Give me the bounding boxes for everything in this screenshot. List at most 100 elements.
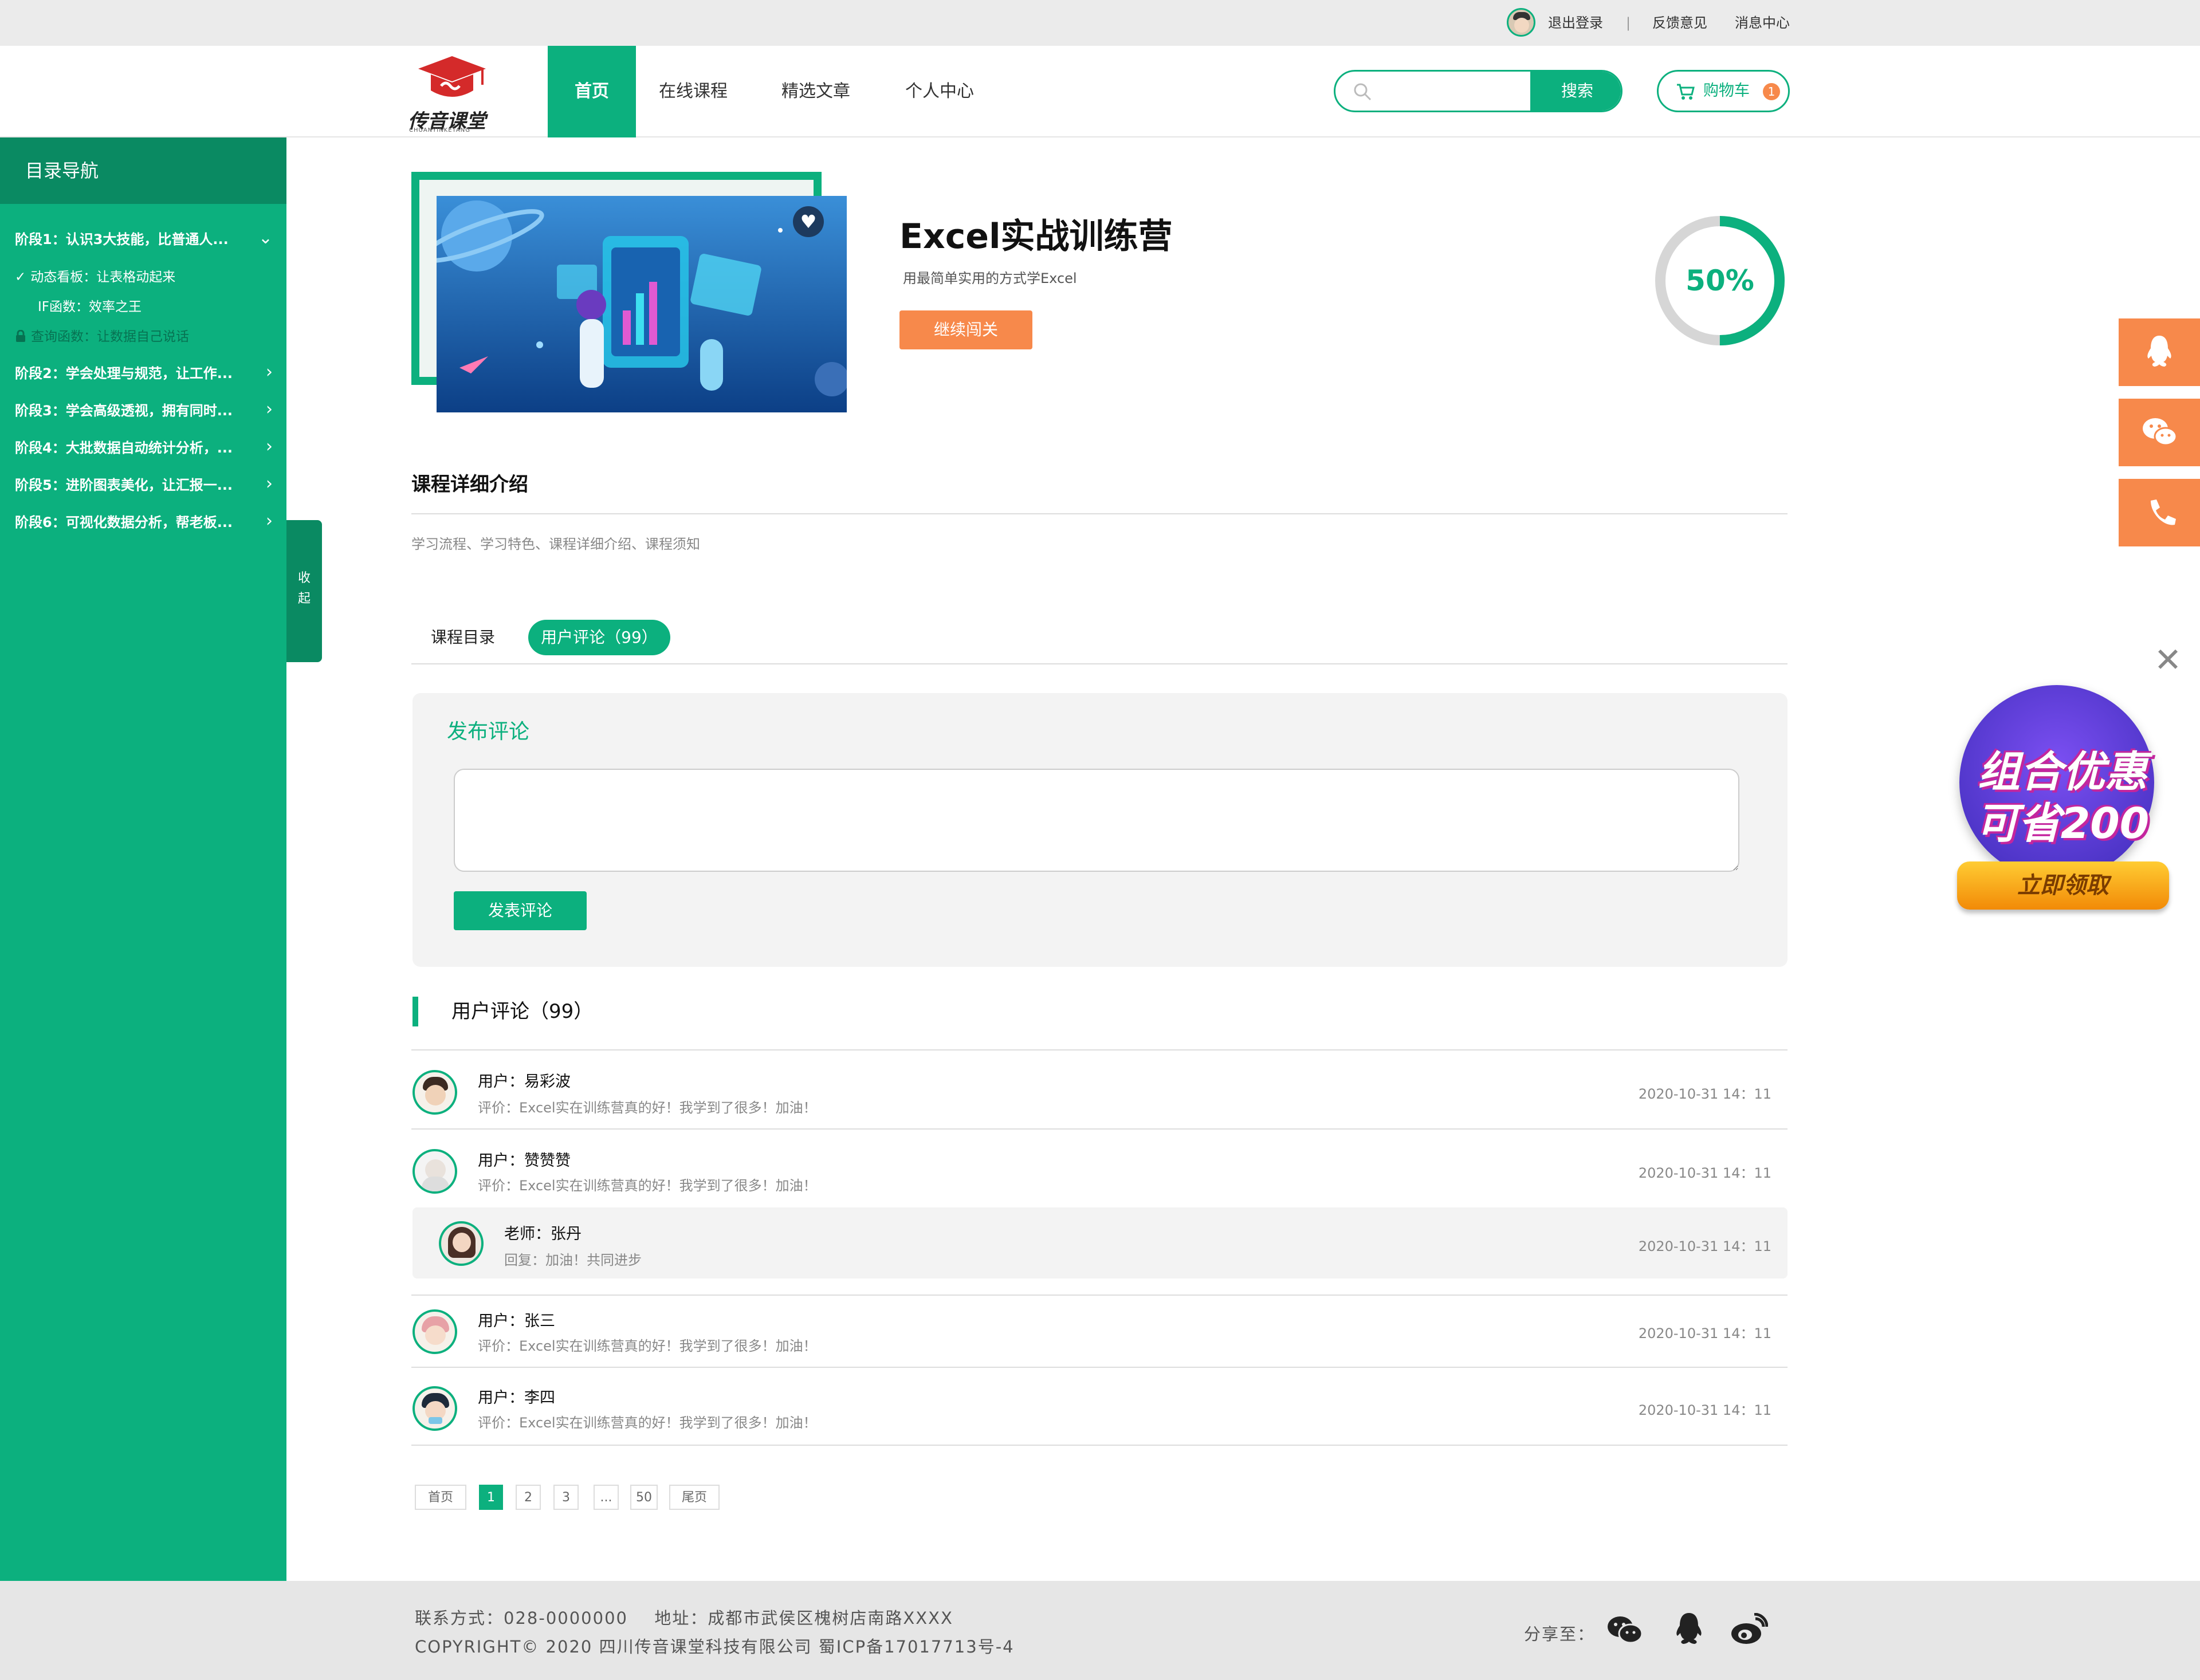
commenter-name: 用户：李四 [478,1389,555,1407]
reply-time: 2020-10-31 14：11 [1638,1238,1771,1254]
search-button[interactable]: 搜索 [1530,72,1621,111]
comment-time: 2020-10-31 14：11 [1638,1325,1771,1341]
avatar[interactable] [412,1070,457,1115]
sidebar-lesson-if[interactable]: IF函数：效率之王 [38,296,142,315]
teacher-reply-item: 老师：张丹 回复：加油！共同进步 2020-10-31 14：11 [412,1207,1787,1278]
stage-label: 阶段1：认识3大技能，比普通人... [15,231,229,247]
pagination-page[interactable]: 3 [553,1485,579,1510]
teacher-avatar[interactable] [439,1221,484,1266]
site-footer: 联系方式：028-0000000 地址：成都市武侯区槐树店南路XXXX COPY… [0,1581,2200,1680]
nav-online-courses[interactable]: 在线课程 [651,46,736,137]
stage-label: 阶段6：可视化数据分析，帮老板... [15,514,233,530]
sidebar-stage-1[interactable]: 阶段1：认识3大技能，比普通人... ⌄ [15,228,273,248]
comment-time: 2020-10-31 14：11 [1638,1086,1771,1102]
cart-label: 购物车 [1703,82,1750,100]
nav-articles[interactable]: 精选文章 [773,46,858,137]
reply-text: 回复：加油！共同进步 [504,1252,642,1268]
intro-text: 学习流程、学习特色、课程详细介绍、课程须知 [411,536,700,552]
comment-text: 评价：Excel实在训练营真的好！我学到了很多！加油！ [478,1100,817,1116]
search-icon [1354,83,1372,101]
qq-share-icon[interactable] [1673,1611,1705,1647]
cart-icon [1677,84,1695,100]
phone-icon [2151,499,2176,525]
comment-time: 2020-10-31 14：11 [1638,1402,1771,1418]
comment-item: 用户：赞赞赞 评价：Excel实在训练营真的好！我学到了很多！加油！ 2020-… [412,1128,1787,1207]
messages-link[interactable]: 消息中心 [1735,0,1790,46]
pagination-page[interactable]: 1 [479,1485,503,1510]
course-cover-image[interactable]: ♥ [437,196,847,412]
stage-label: 阶段3：学会高级透视，拥有同时... [15,403,233,419]
sidebar-lesson-dashboard[interactable]: ✓ 动态看板：让表格动起来 [15,266,175,285]
footer-copyright: COPYRIGHT© 2020 四川传音课堂科技有限公司 蜀ICP备170177… [415,1637,1015,1657]
qq-icon [2147,336,2171,367]
sidebar-title: 目录导航 [0,137,286,204]
favorite-heart-icon[interactable]: ♥ [793,206,824,237]
footer-contact-line: 联系方式：028-0000000 地址：成都市武侯区槐树店南路XXXX [415,1605,953,1629]
chevron-right-icon: › [266,511,273,531]
sidebar-stage-3[interactable]: 阶段3：学会高级透视，拥有同时... › [15,399,273,419]
comment-item: 用户：张三 评价：Excel实在训练营真的好！我学到了很多！加油！ 2020-1… [412,1295,1787,1367]
check-icon: ✓ [15,270,26,285]
sidebar-stage-2[interactable]: 阶段2：学会处理与规范，让工作... › [15,362,273,382]
logo-subtext: CHUANYINKETANG [409,127,470,133]
comment-time: 2020-10-31 14：11 [1638,1165,1771,1181]
progress-percentage: 50% [1686,264,1754,297]
commenter-name: 用户：张三 [478,1312,555,1330]
tab-user-comments[interactable]: 用户评论（99） [528,620,670,655]
wechat-contact-button[interactable] [2119,399,2200,466]
pagination-page[interactable]: 2 [516,1485,541,1510]
teacher-name: 老师：张丹 [504,1225,582,1243]
nav-home[interactable]: 首页 [548,46,636,137]
stage-label: 阶段4：大批数据自动统计分析，... [15,440,233,456]
lesson-label: IF函数：效率之王 [38,300,142,314]
sidebar-collapse-button[interactable]: 收起 [286,520,322,662]
graduation-cap-logo-icon [418,56,486,97]
weibo-share-icon[interactable] [1730,1613,1768,1646]
share-label: 分享至： [1524,1624,1596,1644]
course-subtitle: 用最简单实用的方式学Excel [903,270,1077,286]
promo-badge[interactable]: 组合优惠 可省200 立即领取 [1942,685,2183,926]
course-illustration [437,196,847,412]
section-accent-bar [412,997,418,1026]
continue-button[interactable]: 继续闯关 [899,310,1032,349]
logout-link[interactable]: 退出登录 [1548,0,1603,46]
cart-button[interactable]: 购物车 1 [1657,70,1790,112]
footer-contact: 联系方式：028-0000000 [415,1608,628,1628]
chevron-right-icon: › [266,474,273,494]
sidebar-stage-5[interactable]: 阶段5：进阶图表美化，让汇报一... › [15,474,273,494]
wechat-share-icon[interactable] [1606,1614,1643,1646]
stage-label: 阶段5：进阶图表美化，让汇报一... [15,477,233,493]
chevron-right-icon: › [266,399,273,419]
topbar-divider: | [1626,15,1631,31]
chevron-right-icon: › [266,362,273,382]
comments-title: 用户评论（99） [451,1000,594,1023]
intro-title: 课程详细介绍 [411,473,528,496]
sidebar-stage-6[interactable]: 阶段6：可视化数据分析，帮老板... › [15,511,273,531]
search-input[interactable] [1379,72,1522,111]
pagination-first[interactable]: 首页 [415,1485,466,1510]
pagination-page[interactable]: 50 [630,1485,658,1510]
user-avatar[interactable] [1507,8,1535,37]
qq-contact-button[interactable] [2119,318,2200,386]
avatar[interactable] [412,1149,457,1194]
lesson-label: 查询函数：让数据自己说话 [31,329,189,344]
pagination-last[interactable]: 尾页 [669,1485,720,1510]
wechat-icon [2143,418,2178,446]
avatar[interactable] [412,1386,457,1431]
promo-close-icon[interactable]: ✕ [2145,643,2191,677]
comment-textarea[interactable] [454,769,1739,872]
collapse-label: 收起 [297,571,311,606]
submit-comment-button[interactable]: 发表评论 [454,891,587,930]
feedback-link[interactable]: 反馈意见 [1652,0,1707,46]
nav-personal-center[interactable]: 个人中心 [897,46,982,137]
sidebar-lesson-lookup: 查询函数：让数据自己说话 [15,325,189,345]
sidebar-stage-4[interactable]: 阶段4：大批数据自动统计分析，... › [15,436,273,457]
avatar[interactable] [412,1309,457,1354]
comment-text: 评价：Excel实在训练营真的好！我学到了很多！加油！ [478,1178,817,1194]
tab-course-catalog[interactable]: 课程目录 [431,620,495,655]
tabs-divider [411,663,1787,664]
site-logo[interactable]: 传音课堂 CHUANYINKETANG [404,50,502,135]
promo-claim-button[interactable]: 立即领取 [1957,861,2169,910]
commenter-name: 用户：赞赞赞 [478,1152,571,1170]
phone-contact-button[interactable] [2119,479,2200,546]
